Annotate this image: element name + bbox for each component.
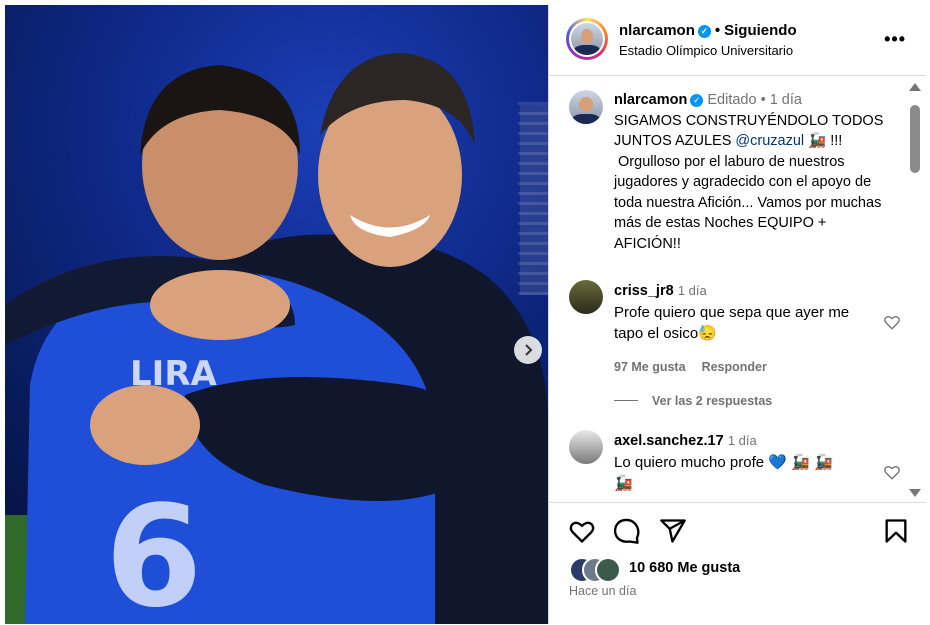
comment-body: criss_jr8 1 día Profe quiero que sepa qu… xyxy=(614,280,854,344)
comment-meta: 97 Me gusta Responder xyxy=(614,360,783,374)
caption: nlarcamon ✓ Editado • 1 día SIGAMOS CONST… xyxy=(614,90,889,254)
edited-label: Editado xyxy=(707,92,757,108)
post-photo[interactable]: 6 LIRA xyxy=(5,5,548,624)
post-side-panel: nlarcamon ✓ • Siguiendo Estadio Olímpico Un… xyxy=(548,5,926,624)
mention-link[interactable]: @cruzazul xyxy=(735,133,804,149)
replies-line xyxy=(614,400,638,401)
more-options-icon[interactable]: ••• xyxy=(884,29,906,50)
comment-body: axel.sanchez.17 1 día Lo quiero mucho pr… xyxy=(614,430,854,494)
comment-username[interactable]: criss_jr8 xyxy=(614,283,674,299)
commenter-avatar[interactable] xyxy=(569,280,603,314)
scroll-down-arrow-icon[interactable] xyxy=(909,489,921,497)
caption-text-part2: 🚂 !!! Orgulloso por el laburo de nuestro… xyxy=(614,133,882,252)
chevron-right-icon xyxy=(525,344,533,356)
following-button[interactable]: Siguiendo xyxy=(724,22,797,39)
verified-badge-icon: ✓ xyxy=(690,94,704,107)
post-time[interactable]: Hace un día xyxy=(569,584,636,598)
header-username-row: nlarcamon ✓ • Siguiendo xyxy=(619,22,797,39)
verified-badge-icon: ✓ xyxy=(697,25,711,38)
heart-icon[interactable] xyxy=(883,313,901,331)
share-icon[interactable] xyxy=(659,517,687,545)
comment-icon[interactable] xyxy=(613,517,641,545)
svg-text:6: 6 xyxy=(105,476,202,624)
location-link[interactable]: Estadio Olímpico Universitario xyxy=(619,43,793,58)
comment-likes[interactable]: 97 Me gusta xyxy=(614,360,686,374)
bookmark-icon[interactable] xyxy=(882,517,910,545)
commenter-avatar[interactable] xyxy=(569,430,603,464)
post-photo-illustration: 6 LIRA xyxy=(5,53,548,624)
instagram-post: 6 LIRA nlarcamon ✓ • Siguiendo Estadio O… xyxy=(0,0,930,624)
post-header: nlarcamon ✓ • Siguiendo Estadio Olímpico Un… xyxy=(549,5,926,76)
liker-avatar xyxy=(595,557,621,583)
view-replies-label: Ver las 2 respuestas xyxy=(652,394,773,408)
stadium-lights xyxy=(518,95,548,295)
separator-dot: • xyxy=(760,92,766,108)
author-avatar[interactable] xyxy=(569,21,605,57)
separator-dot: • xyxy=(714,22,721,39)
comments-scroll-area[interactable]: nlarcamon ✓ Editado • 1 día SIGAMOS CONST… xyxy=(549,76,926,501)
comment-username[interactable]: axel.sanchez.17 xyxy=(614,433,724,449)
comment-text: Lo quiero mucho profe 💙 🚂 🚂 🚂 xyxy=(614,454,833,492)
comment-text: Profe quiero que sepa que ayer me tapo e… xyxy=(614,304,850,342)
reply-button[interactable]: Responder xyxy=(702,360,767,374)
header-username[interactable]: nlarcamon xyxy=(619,22,695,39)
scroll-up-arrow-icon[interactable] xyxy=(909,83,921,91)
likes-count[interactable]: 10 680 Me gusta xyxy=(629,560,740,576)
comment-time[interactable]: 1 día xyxy=(678,283,707,298)
caption-avatar[interactable] xyxy=(569,90,603,124)
author-avatar-ring[interactable] xyxy=(566,18,608,60)
caption-time[interactable]: 1 día xyxy=(770,92,802,108)
post-actions: 10 680 Me gusta Hace un día xyxy=(549,502,926,625)
comments-scrollbar[interactable] xyxy=(909,83,921,503)
scrollbar-thumb[interactable] xyxy=(910,105,920,173)
caption-username[interactable]: nlarcamon xyxy=(614,92,687,108)
heart-icon[interactable] xyxy=(568,517,596,545)
heart-icon[interactable] xyxy=(883,463,901,481)
view-replies-button[interactable]: Ver las 2 respuestas xyxy=(614,394,772,408)
next-image-button[interactable] xyxy=(514,336,542,364)
comment-time[interactable]: 1 día xyxy=(728,433,757,448)
